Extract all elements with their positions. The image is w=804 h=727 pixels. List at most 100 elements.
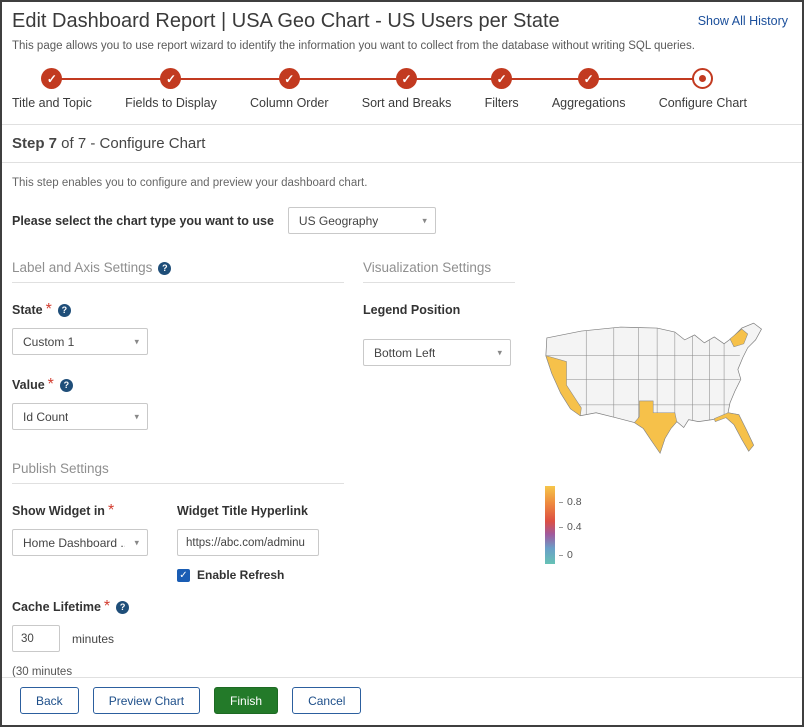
step-label: Filters	[485, 96, 519, 110]
step-label: Title and Topic	[12, 96, 92, 110]
state-field: State*? Custom 1 ▾	[12, 301, 357, 355]
step-label: Aggregations	[552, 96, 626, 110]
divider	[2, 124, 802, 125]
cache-lifetime-label: Cache Lifetime	[12, 600, 101, 614]
legend-tick-label: 0	[567, 549, 573, 561]
check-glyph: ✓	[284, 72, 294, 86]
wizard-footer: Back Preview Chart Finish Cancel	[2, 677, 802, 725]
step-filters[interactable]: ✓ Filters	[485, 68, 519, 110]
cache-label-row: Cache Lifetime*?	[12, 598, 357, 616]
check-glyph: ✓	[47, 72, 57, 86]
preview-chart-button[interactable]: Preview Chart	[93, 687, 200, 714]
value-field: Value*? Id Count ▾	[12, 376, 357, 430]
step-sort-and-breaks[interactable]: ✓ Sort and Breaks	[362, 68, 452, 110]
checkbox-checked-icon[interactable]: ✓	[177, 569, 190, 582]
step-column-order[interactable]: ✓ Column Order	[250, 68, 329, 110]
help-icon[interactable]: ?	[116, 601, 129, 614]
show-widget-select[interactable]: Home Dashboard ... ▾	[12, 529, 148, 556]
page-title: Edit Dashboard Report | USA Geo Chart - …	[12, 10, 560, 33]
step-label: Sort and Breaks	[362, 96, 452, 110]
us-map	[537, 318, 793, 476]
cache-lifetime-input[interactable]	[12, 625, 60, 652]
check-icon: ✓	[491, 68, 512, 89]
step-heading-rest: of 7 - Configure Chart	[57, 135, 205, 152]
legend-tick	[559, 527, 563, 528]
settings-columns: Label and Axis Settings? State*? Custom …	[12, 260, 792, 727]
cache-unit-label: minutes	[72, 632, 114, 646]
back-button[interactable]: Back	[20, 687, 79, 714]
step-configure-chart[interactable]: Configure Chart	[659, 68, 747, 110]
required-asterisk: *	[48, 376, 54, 393]
check-glyph: ✓	[584, 72, 594, 86]
step-label: Configure Chart	[659, 96, 747, 110]
publish-settings-heading-text: Publish Settings	[12, 461, 109, 476]
legend-gradient-bar	[545, 486, 555, 564]
step-heading-bold: Step 7	[12, 135, 57, 152]
show-all-history-link[interactable]: Show All History	[698, 14, 792, 28]
current-step-dot	[699, 75, 706, 82]
chevron-down-icon: ▾	[134, 537, 139, 548]
finish-button[interactable]: Finish	[214, 687, 278, 714]
cache-input-row: minutes	[12, 625, 357, 652]
value-select[interactable]: Id Count ▾	[12, 403, 148, 430]
label-axis-heading: Label and Axis Settings?	[12, 260, 344, 283]
show-widget-value: Home Dashboard ...	[23, 536, 125, 550]
chevron-down-icon: ▾	[134, 411, 139, 422]
state-label-row: State*?	[12, 301, 357, 319]
hyperlink-label-row: Widget Title Hyperlink	[177, 502, 319, 520]
hyperlink-label: Widget Title Hyperlink	[177, 504, 308, 518]
step-label: Column Order	[250, 96, 329, 110]
value-label-row: Value*?	[12, 376, 357, 394]
chart-type-value: US Geography	[299, 214, 378, 228]
help-icon[interactable]: ?	[158, 262, 171, 275]
step-aggregations[interactable]: ✓ Aggregations	[552, 68, 626, 110]
state-select[interactable]: Custom 1 ▾	[12, 328, 148, 355]
legend-position-label: Legend Position	[363, 303, 460, 317]
value-select-value: Id Count	[23, 410, 68, 424]
show-widget-label: Show Widget in	[12, 504, 105, 518]
step-fields-to-display[interactable]: ✓ Fields to Display	[125, 68, 217, 110]
chart-preview: 0.8 0.4 0	[537, 318, 793, 568]
visualization-column: Visualization Settings Legend Position B…	[363, 260, 515, 727]
divider	[2, 162, 802, 163]
check-icon: ✓	[41, 68, 62, 89]
chart-type-label: Please select the chart type you want to…	[12, 214, 274, 228]
current-step-icon	[692, 68, 713, 89]
legend-tick-label: 0.8	[567, 496, 582, 508]
help-icon[interactable]: ?	[60, 379, 73, 392]
step-title-and-topic[interactable]: ✓ Title and Topic	[12, 68, 92, 110]
legend-position-select[interactable]: Bottom Left ▾	[363, 339, 511, 366]
enable-refresh-label: Enable Refresh	[197, 568, 284, 582]
check-glyph: ✓	[402, 72, 412, 86]
state-select-value: Custom 1	[23, 335, 74, 349]
publish-grid: Show Widget in* Home Dashboard ... ▾ Wid…	[12, 502, 357, 582]
cancel-button[interactable]: Cancel	[292, 687, 361, 714]
state-label: State	[12, 303, 43, 317]
chart-preview-column: 0.8 0.4 0	[537, 260, 793, 727]
check-icon: ✓	[279, 68, 300, 89]
step-label: Fields to Display	[125, 96, 217, 110]
step-heading: Step 7 of 7 - Configure Chart	[12, 135, 792, 152]
required-asterisk: *	[46, 301, 52, 318]
help-icon[interactable]: ?	[58, 304, 71, 317]
page-header: Edit Dashboard Report | USA Geo Chart - …	[12, 2, 792, 33]
label-axis-heading-text: Label and Axis Settings	[12, 260, 152, 275]
visualization-heading: Visualization Settings	[363, 260, 515, 283]
check-glyph: ✓	[497, 72, 507, 86]
legend-tick-label: 0.4	[567, 521, 582, 533]
chart-type-row: Please select the chart type you want to…	[12, 207, 792, 234]
enable-refresh-row[interactable]: ✓ Enable Refresh	[177, 568, 319, 582]
chart-type-select[interactable]: US Geography ▾	[288, 207, 436, 234]
check-glyph: ✓	[166, 72, 176, 86]
edit-dashboard-report-page: Edit Dashboard Report | USA Geo Chart - …	[0, 0, 804, 727]
legend-tick	[559, 555, 563, 556]
hyperlink-input[interactable]	[177, 529, 319, 556]
legend-tick	[559, 502, 563, 503]
required-asterisk: *	[108, 502, 114, 519]
publish-settings-heading: Publish Settings	[12, 461, 344, 484]
state-florida	[714, 413, 753, 451]
check-icon: ✓	[578, 68, 599, 89]
show-widget-field: Show Widget in* Home Dashboard ... ▾	[12, 502, 177, 582]
show-widget-label-row: Show Widget in*	[12, 502, 177, 520]
check-icon: ✓	[396, 68, 417, 89]
